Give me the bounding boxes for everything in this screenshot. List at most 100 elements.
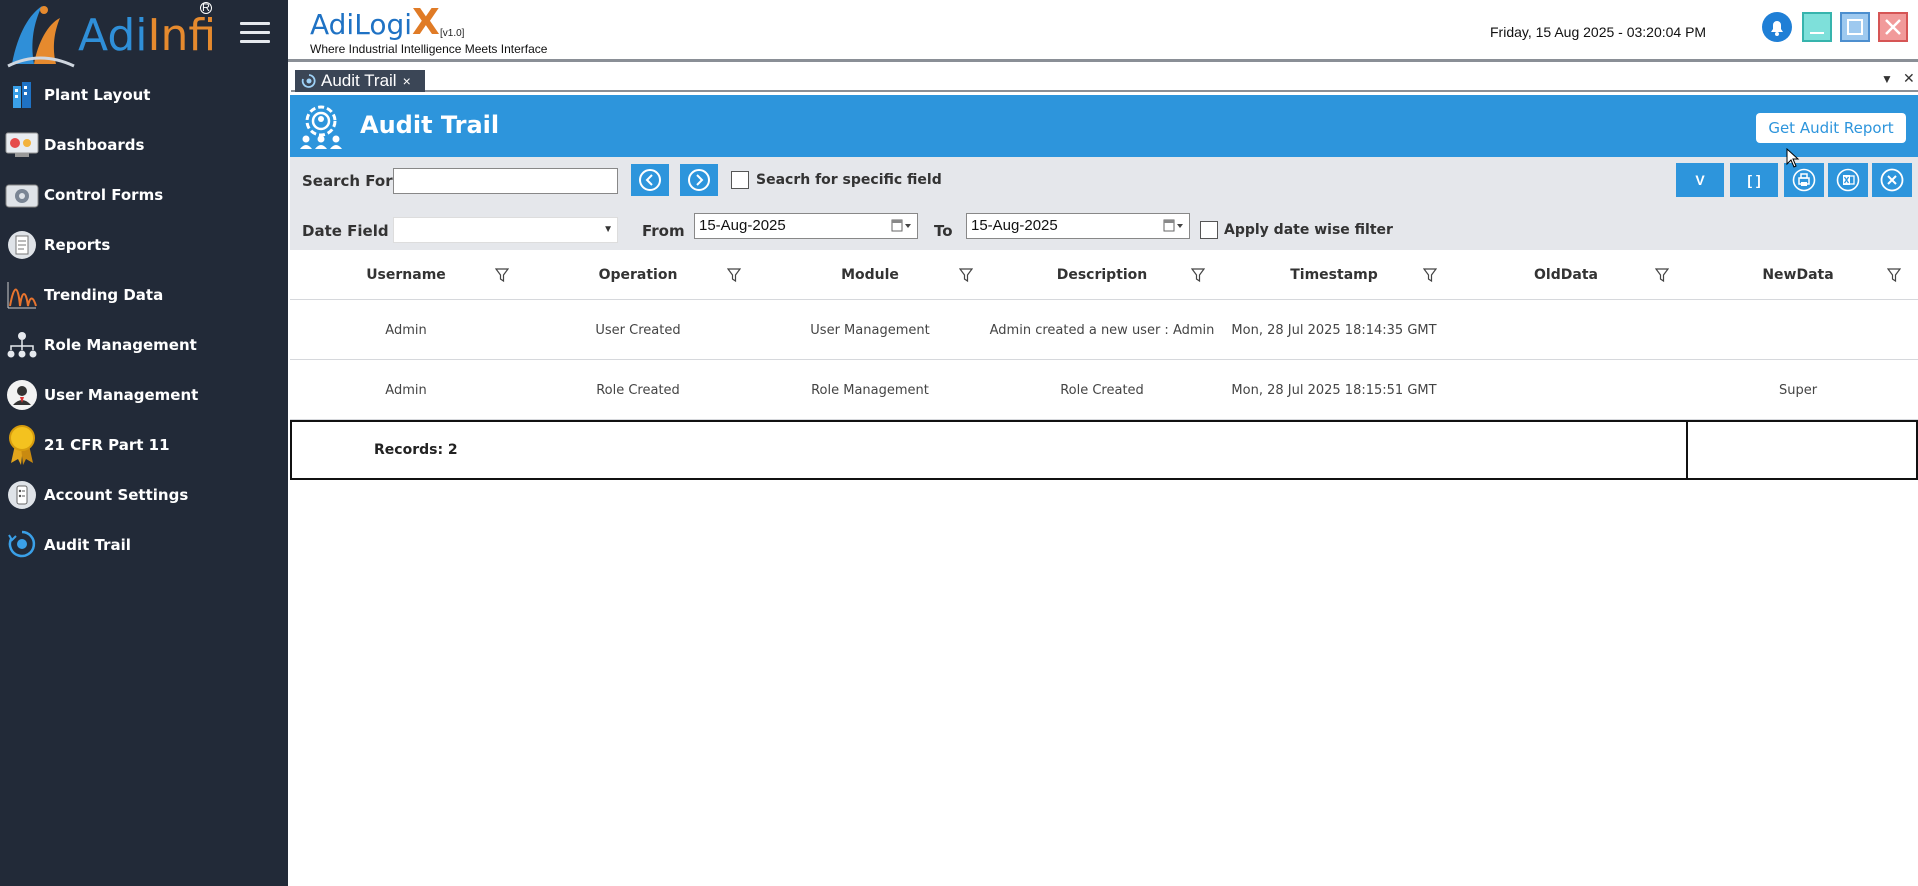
sidebar-item-label: Plant Layout: [44, 86, 151, 104]
column-header-module[interactable]: Module: [754, 250, 986, 300]
column-header-timestamp[interactable]: Timestamp: [1218, 250, 1450, 300]
brand-tagline: Where Industrial Intelligence Meets Inte…: [310, 42, 548, 56]
print-icon: [1792, 168, 1816, 192]
sidebar-item-label: User Management: [44, 386, 199, 404]
close-panel-button[interactable]: [1872, 163, 1912, 197]
dropdown-arrow-icon: ▼: [603, 224, 613, 235]
role-icon: [0, 325, 44, 365]
grid-footer: Records: 2: [290, 420, 1918, 480]
date-filter-checkbox[interactable]: [1200, 221, 1218, 239]
bracket-button[interactable]: [ ]: [1730, 163, 1778, 197]
cell-module: User Management: [810, 322, 930, 338]
chevron-left-icon: [639, 169, 661, 191]
date-field-select[interactable]: ▼: [393, 217, 618, 243]
print-button[interactable]: [1784, 163, 1824, 197]
filter-icon[interactable]: [1655, 267, 1669, 283]
brand-version: [v1.0]: [440, 28, 465, 39]
table-row[interactable]: Admin Role Created Role Management Role …: [290, 360, 1918, 420]
cell-description: Admin created a new user : Admin: [989, 322, 1215, 338]
sidebar-item-dashboards[interactable]: Dashboards: [0, 122, 288, 168]
filter-icon[interactable]: [959, 267, 973, 283]
tab-label: Audit Trail: [321, 71, 397, 90]
badge-icon: [0, 425, 44, 465]
previous-button[interactable]: [631, 164, 669, 196]
cell-description: Role Created: [1060, 382, 1144, 398]
date-filter-label: Apply date wise filter: [1224, 222, 1393, 238]
sidebar-item-label: Role Management: [44, 336, 197, 354]
sidebar-item-label: Control Forms: [44, 186, 164, 204]
sidebar-item-plant-layout[interactable]: Plant Layout: [0, 72, 288, 118]
cell-username: Admin: [385, 322, 427, 338]
trend-icon: [0, 275, 44, 315]
current-datetime: Friday, 15 Aug 2025 - 03:20:04 PM: [1490, 24, 1707, 40]
search-input[interactable]: [393, 168, 618, 194]
filter-icon[interactable]: [1191, 267, 1205, 283]
sidebar-item-control-forms[interactable]: Control Forms: [0, 172, 288, 218]
sidebar-item-21-cfr-part-11[interactable]: 21 CFR Part 11: [0, 422, 288, 468]
control-forms-icon: [0, 175, 44, 215]
sidebar-item-label: Dashboards: [44, 136, 145, 154]
from-date-picker[interactable]: 15-Aug-2025: [694, 213, 918, 239]
filter-icon[interactable]: [495, 267, 509, 283]
date-field-label: Date Field: [302, 222, 389, 240]
tab-strip: Audit Trail × ▼ ✕: [291, 68, 1918, 92]
excel-icon: [1836, 168, 1860, 192]
tab-audit-trail[interactable]: Audit Trail ×: [295, 70, 425, 92]
column-header-description[interactable]: Description: [986, 250, 1218, 300]
specific-field-label: Seacrh for specific field: [756, 172, 942, 188]
user-icon: [0, 375, 44, 415]
from-date-value: 15-Aug-2025: [699, 217, 786, 234]
sidebar-item-user-management[interactable]: User Management: [0, 372, 288, 418]
mouse-cursor-icon: [1786, 148, 1800, 168]
from-label: From: [642, 222, 685, 240]
sidebar: AdiInfi R Plant Layout Dashboards Contro…: [0, 0, 288, 886]
filter-icon[interactable]: [1423, 267, 1437, 283]
export-excel-button[interactable]: [1828, 163, 1868, 197]
sidebar-item-trending-data[interactable]: Trending Data: [0, 272, 288, 318]
specific-field-checkbox[interactable]: [731, 171, 749, 189]
cell-timestamp: Mon, 28 Jul 2025 18:14:35 GMT: [1231, 322, 1437, 338]
column-header-olddata[interactable]: OldData: [1450, 250, 1682, 300]
column-header-newdata[interactable]: NewData: [1682, 250, 1914, 300]
logo-text: AdiInfi: [78, 10, 217, 61]
tab-list-dropdown-icon[interactable]: ▼: [1881, 72, 1893, 86]
sidebar-item-audit-trail[interactable]: Audit Trail: [0, 522, 288, 568]
logo-mark-icon: [7, 6, 75, 68]
tab-close-icon[interactable]: ×: [403, 73, 411, 89]
table-row[interactable]: Admin User Created User Management Admin…: [290, 300, 1918, 360]
audit-icon: [0, 525, 44, 565]
chevron-right-icon: [688, 169, 710, 191]
close-circle-icon: [1880, 168, 1904, 192]
sidebar-item-role-management[interactable]: Role Management: [0, 322, 288, 368]
cell-newdata: [1682, 300, 1914, 360]
cell-olddata: [1450, 300, 1682, 360]
to-date-picker[interactable]: 15-Aug-2025: [966, 213, 1190, 239]
brand: AdiLogiX [v1.0] Where Industrial Intelli…: [310, 2, 548, 57]
dashboard-icon: [0, 125, 44, 165]
v-button[interactable]: V: [1676, 163, 1724, 197]
registered-mark: R: [200, 2, 212, 14]
page-title: Audit Trail: [360, 111, 500, 139]
to-date-value: 15-Aug-2025: [971, 217, 1058, 234]
next-button[interactable]: [680, 164, 718, 196]
sidebar-item-account-settings[interactable]: Account Settings: [0, 472, 288, 518]
close-all-tabs-icon[interactable]: ✕: [1903, 70, 1915, 87]
maximize-icon[interactable]: [1840, 12, 1870, 42]
records-count: Records: 2: [374, 442, 458, 458]
grid-header: Username Operation Module Description Ti…: [290, 250, 1918, 300]
column-header-username[interactable]: Username: [290, 250, 522, 300]
close-window-icon[interactable]: [1878, 12, 1908, 42]
sidebar-item-reports[interactable]: Reports: [0, 222, 288, 268]
cell-newdata: Super: [1778, 382, 1818, 398]
filter-panel: Search For Seacrh for specific field V […: [290, 157, 1918, 250]
minimize-icon[interactable]: [1802, 12, 1832, 42]
calendar-dropdown-icon: [891, 219, 911, 232]
filter-icon[interactable]: [1887, 267, 1901, 283]
menu-toggle-button[interactable]: [240, 22, 270, 44]
filter-icon[interactable]: [727, 267, 741, 283]
get-audit-report-button[interactable]: Get Audit Report: [1756, 113, 1906, 143]
notification-bell-icon[interactable]: [1762, 12, 1792, 42]
column-header-operation[interactable]: Operation: [522, 250, 754, 300]
logo: AdiInfi R: [0, 0, 288, 72]
brand-name: AdiLogiX: [310, 2, 440, 43]
